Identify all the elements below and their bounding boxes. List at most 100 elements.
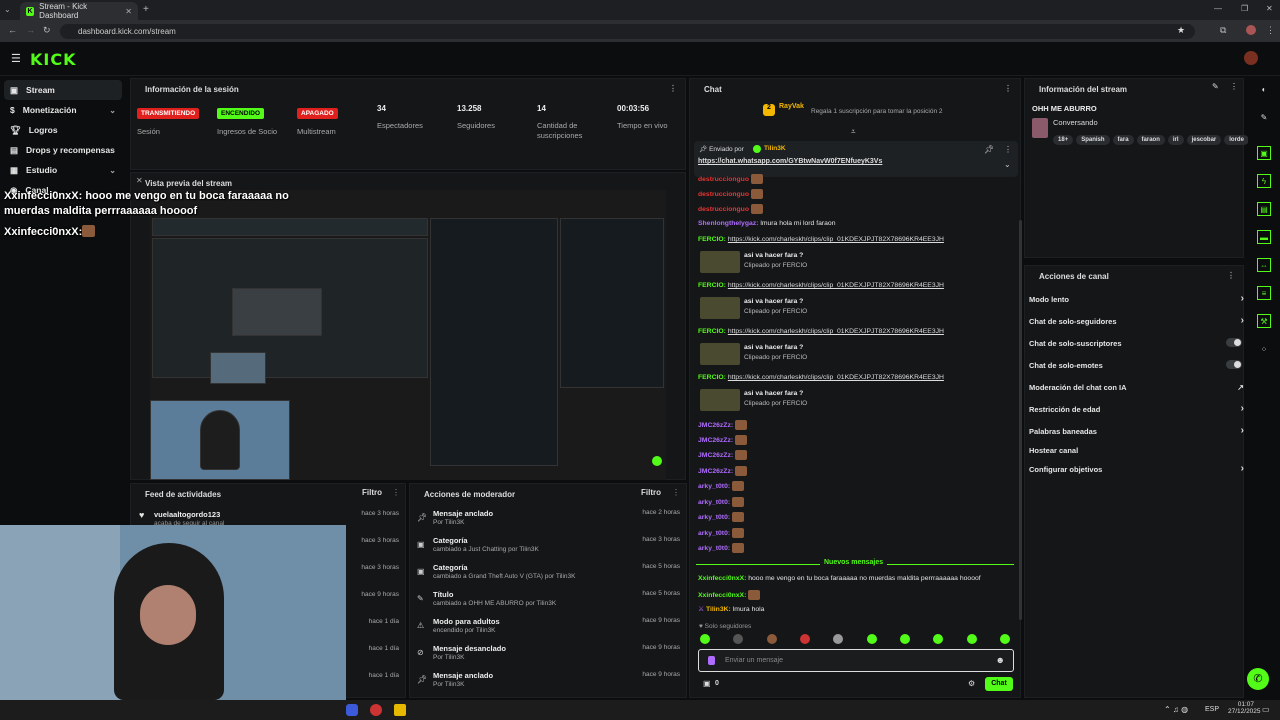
- pinned-author[interactable]: Tilin3K: [764, 145, 786, 152]
- sidebar-item-stream[interactable]: ▣ Stream: [4, 80, 122, 100]
- sidebar-item-monetizacion[interactable]: $ Monetización ⌄: [4, 100, 122, 120]
- sidebar-item-estudio[interactable]: ▦ Estudio ⌄: [4, 160, 122, 180]
- forward-icon[interactable]: →: [26, 25, 35, 35]
- more-options-icon[interactable]: ⋮: [672, 488, 680, 497]
- emote-icon: [750, 204, 763, 214]
- feed-filter-button[interactable]: Filtro: [362, 488, 382, 497]
- stream-category[interactable]: Conversando: [1053, 118, 1098, 127]
- notification-icon[interactable]: ▭: [1262, 705, 1270, 714]
- browser-tab[interactable]: K Stream - Kick Dashboard ✕: [20, 2, 138, 20]
- preview-mini-session: [152, 218, 428, 236]
- emote-icon[interactable]: [733, 634, 744, 644]
- edit-layout-icon[interactable]: ✎: [1257, 110, 1271, 124]
- theme-icon[interactable]: ◐: [1257, 82, 1271, 96]
- user-avatar[interactable]: [1244, 51, 1258, 65]
- expand-icon[interactable]: ⩡: [851, 127, 856, 137]
- rail-lightning-icon[interactable]: ϟ: [1257, 174, 1271, 188]
- clip-card[interactable]: asi va hacer fara ? Clipeado por FERCIO: [700, 249, 1000, 275]
- taskbar-explorer-icon[interactable]: [394, 704, 406, 716]
- chat-scrollbar[interactable]: [1019, 220, 1022, 620]
- clip-card[interactable]: asi va hacer fara ? Clipeado por FERCIO: [700, 341, 1000, 367]
- pinned-link[interactable]: https://chat.whatsapp.com/GYBtwNavW0f7EN…: [698, 158, 882, 165]
- rail-clipboard-icon[interactable]: ▤: [1257, 202, 1271, 216]
- emotes-only-toggle[interactable]: [1226, 360, 1242, 369]
- action-followers-only[interactable]: Chat de solo-seguidores ›: [1029, 315, 1244, 335]
- external-link-icon: ↗: [1237, 383, 1244, 392]
- rail-wrench-icon[interactable]: ⚒: [1257, 314, 1271, 328]
- address-bar[interactable]: dashboard.kick.com/stream: [60, 24, 1195, 39]
- rail-chat-icon[interactable]: ▬: [1257, 230, 1271, 244]
- close-tab-icon[interactable]: ✕: [125, 7, 132, 16]
- rail-add-widget-icon[interactable]: ⁘: [1257, 342, 1271, 356]
- help-fab-icon[interactable]: ✆: [1247, 668, 1269, 690]
- rail-session-icon[interactable]: ▣: [1257, 146, 1271, 160]
- stream-preview-video[interactable]: [150, 190, 666, 480]
- chat-settings-icon[interactable]: ⚙: [968, 679, 975, 688]
- emote-icon[interactable]: [766, 634, 777, 644]
- emote-icon[interactable]: [999, 634, 1010, 644]
- bookmark-star-icon[interactable]: ★: [1177, 25, 1185, 36]
- more-options-icon[interactable]: ⋮: [1004, 145, 1012, 154]
- kick-logo[interactable]: KICK: [30, 50, 77, 69]
- tab-search-icon[interactable]: ⌄: [4, 5, 11, 14]
- chevron-down-icon[interactable]: ⌄: [1004, 160, 1011, 169]
- emote-icon[interactable]: [899, 634, 910, 644]
- chat-header: Chat ⋮: [704, 84, 1012, 94]
- back-icon[interactable]: ←: [8, 25, 17, 35]
- edit-icon[interactable]: ✎: [1212, 82, 1219, 91]
- collapse-icon[interactable]: ✕: [136, 176, 143, 185]
- action-subscribers-only[interactable]: Chat de solo-suscriptores: [1029, 338, 1244, 357]
- chat-input[interactable]: Enviar un mensaje ☻: [698, 649, 1014, 672]
- subscribers-only-toggle[interactable]: [1226, 338, 1242, 347]
- emote-icon[interactable]: [799, 634, 810, 644]
- close-window-icon[interactable]: ✕: [1266, 4, 1273, 13]
- clip-card[interactable]: asi va hacer fara ? Clipeado por FERCIO: [700, 295, 1000, 321]
- clip-thumbnail: [700, 251, 740, 273]
- taskbar-app-icon[interactable]: [346, 704, 358, 716]
- rail-link-icon[interactable]: ⇔: [1257, 258, 1271, 272]
- sidebar-item-drops[interactable]: ▤ Drops y recompensas: [4, 140, 122, 160]
- emote-icon[interactable]: [700, 634, 710, 644]
- action-slow-mode[interactable]: Modo lento ›: [1029, 293, 1244, 313]
- emote-icon[interactable]: [933, 634, 944, 644]
- action-host-channel[interactable]: Hostear canal: [1029, 446, 1244, 464]
- gift-sub-message[interactable]: Regala 1 suscripción para tomar la posic…: [811, 108, 943, 115]
- emote-icon[interactable]: [966, 634, 977, 644]
- reload-icon[interactable]: ↻: [43, 25, 51, 36]
- action-configure-goals[interactable]: Configurar objetivos ›: [1029, 463, 1244, 483]
- action-banned-words[interactable]: Palabras baneadas ›: [1029, 425, 1244, 445]
- sidebar-item-logros[interactable]: 🏆︎ Logros: [4, 120, 122, 140]
- browser-menu-icon[interactable]: ⋮: [1266, 25, 1275, 36]
- chat-message: JMC26zZz:: [698, 420, 748, 430]
- profile-avatar[interactable]: [1246, 25, 1256, 35]
- emoji-picker-icon[interactable]: ☻: [996, 655, 1005, 665]
- more-options-icon[interactable]: ⋮: [1227, 271, 1235, 280]
- emote-icon[interactable]: [866, 634, 877, 644]
- clip-card[interactable]: asi va hacer fara ? Clipeado por FERCIO: [700, 387, 1000, 413]
- action-emotes-only[interactable]: Chat de solo-emotes: [1029, 360, 1244, 379]
- new-tab-icon[interactable]: +: [143, 4, 149, 15]
- taskbar-tray-icons[interactable]: ⌃ ♫ ◍: [1164, 705, 1188, 714]
- more-options-icon[interactable]: ⋮: [1230, 82, 1238, 91]
- hamburger-menu-icon[interactable]: ☰: [11, 52, 21, 65]
- action-ai-moderation[interactable]: Moderación del chat con IA ↗: [1029, 383, 1244, 401]
- more-options-icon[interactable]: ⋮: [669, 84, 677, 93]
- send-chat-button[interactable]: Chat: [985, 677, 1013, 691]
- mod-badge-icon: ⚔: [698, 606, 705, 613]
- rail-layers-icon[interactable]: ≡: [1257, 286, 1271, 300]
- minimize-icon[interactable]: —: [1214, 4, 1222, 13]
- more-options-icon[interactable]: ⋮: [1004, 84, 1012, 93]
- mod-filter-button[interactable]: Filtro: [641, 488, 661, 497]
- more-options-icon[interactable]: ⋮: [392, 488, 400, 497]
- taskbar-language[interactable]: ESP: [1205, 706, 1219, 713]
- maximize-icon[interactable]: ❐: [1241, 4, 1248, 13]
- chat-message: FERCIO: https://kick.com/charleskh/clips…: [698, 374, 944, 381]
- extensions-icon[interactable]: ⧉: [1220, 25, 1226, 36]
- top-gifter-name[interactable]: RayVak: [779, 103, 804, 110]
- taskbar-obs-icon[interactable]: [370, 704, 382, 716]
- action-age-restriction[interactable]: Restricción de edad ›: [1029, 403, 1244, 423]
- unpin-icon[interactable]: 📌︎: [984, 145, 994, 154]
- taskbar-clock[interactable]: 01:07 27/12/2025: [1228, 701, 1261, 715]
- points-icon: ▣: [703, 679, 711, 688]
- emote-icon[interactable]: [833, 634, 844, 644]
